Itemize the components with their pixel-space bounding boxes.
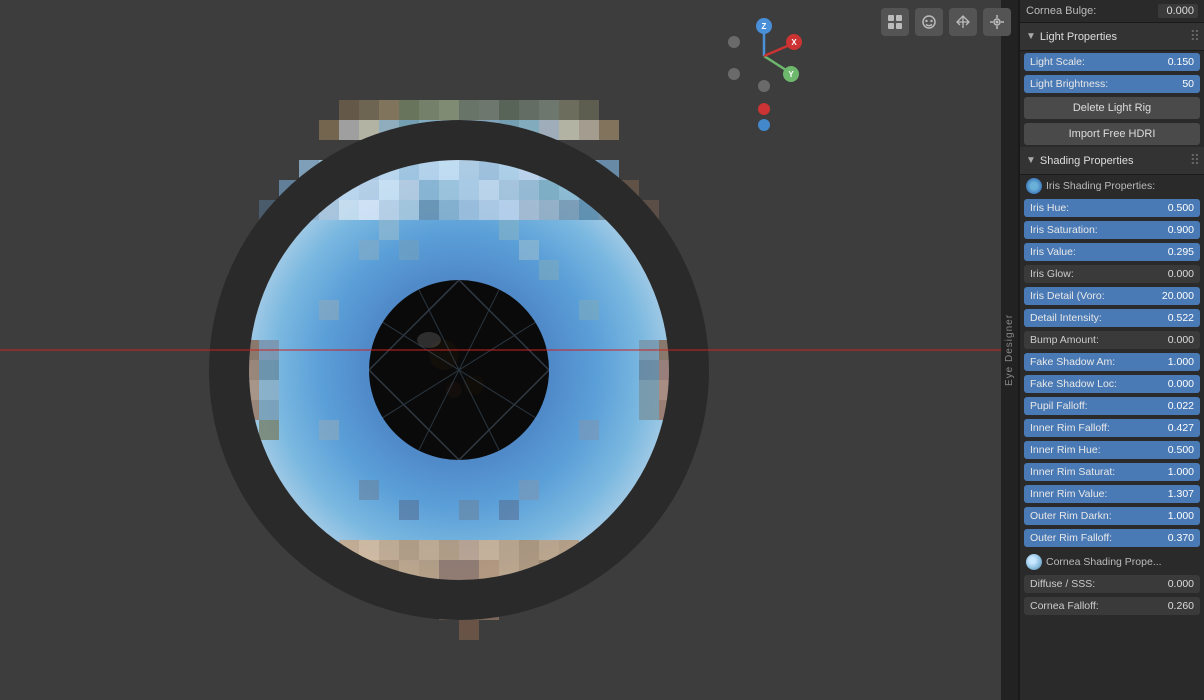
iris-hue-row: Iris Hue: 0.500 <box>1024 198 1200 218</box>
iris-shading-header-row: Iris Shading Properties: <box>1020 175 1204 197</box>
import-free-hdri-button[interactable]: Import Free HDRI <box>1024 123 1200 145</box>
viewport: Z Y X <box>0 0 1019 700</box>
outer-rim-darkn-button[interactable]: Outer Rim Darkn: 1.000 <box>1024 507 1200 525</box>
cornea-icon <box>1026 554 1042 570</box>
inner-rim-falloff-row: Inner Rim Falloff: 0.427 <box>1024 418 1200 438</box>
iris-saturation-button[interactable]: Iris Saturation: 0.900 <box>1024 221 1200 239</box>
shading-properties-title: Shading Properties <box>1040 155 1190 167</box>
inner-rim-falloff-button[interactable]: Inner Rim Falloff: 0.427 <box>1024 419 1200 437</box>
fake-shadow-am-button[interactable]: Fake Shadow Am: 1.000 <box>1024 353 1200 371</box>
shading-properties-dots: ⠿ <box>1190 152 1198 169</box>
iris-detail-voro-button[interactable]: Iris Detail (Voro: 20.000 <box>1024 287 1200 305</box>
delete-light-rig-button[interactable]: Delete Light Rig <box>1024 97 1200 119</box>
inner-rim-value-row: Inner Rim Value: 1.307 <box>1024 484 1200 504</box>
inner-rim-hue-button[interactable]: Inner Rim Hue: 0.500 <box>1024 441 1200 459</box>
iris-shading-label: Iris Shading Properties: <box>1046 180 1155 192</box>
fake-shadow-loc-button[interactable]: Fake Shadow Loc: 0.000 <box>1024 375 1200 393</box>
light-scale-label: Light Scale: <box>1030 56 1085 68</box>
detail-intensity-row: Detail Intensity: 0.522 <box>1024 308 1200 328</box>
light-brightness-row: Light Brightness: 50 <box>1024 74 1200 94</box>
outer-rim-darkn-row: Outer Rim Darkn: 1.000 <box>1024 506 1200 526</box>
shading-properties-arrow: ▼ <box>1026 155 1036 166</box>
fake-shadow-loc-row: Fake Shadow Loc: 0.000 <box>1024 374 1200 394</box>
iris-detail-voro-row: Iris Detail (Voro: 20.000 <box>1024 286 1200 306</box>
cornea-bulge-row: Cornea Bulge: 0.000 <box>1020 0 1204 23</box>
grid-view-button[interactable] <box>881 8 909 36</box>
light-properties-title: Light Properties <box>1040 31 1190 43</box>
iris-value-button[interactable]: Iris Value: 0.295 <box>1024 243 1200 261</box>
iris-icon <box>1026 178 1042 194</box>
bump-amount-button[interactable]: Bump Amount: 0.000 <box>1024 331 1200 349</box>
inner-rim-hue-row: Inner Rim Hue: 0.500 <box>1024 440 1200 460</box>
light-brightness-button[interactable]: Light Brightness: 50 <box>1024 75 1200 93</box>
snap-button[interactable] <box>983 8 1011 36</box>
bump-amount-row: Bump Amount: 0.000 <box>1024 330 1200 350</box>
light-brightness-value: 50 <box>1182 78 1194 90</box>
red-crosshair-line <box>0 350 1019 351</box>
viewport-toolbar <box>881 8 1011 36</box>
cornea-bulge-value[interactable]: 0.000 <box>1158 4 1198 18</box>
outer-rim-falloff-row: Outer Rim Falloff: 0.370 <box>1024 528 1200 548</box>
light-scale-row: Light Scale: 0.150 <box>1024 52 1200 72</box>
dot-red <box>758 103 770 115</box>
fake-shadow-am-row: Fake Shadow Am: 1.000 <box>1024 352 1200 372</box>
side-panel-label: Eye Designer <box>1001 0 1019 700</box>
diffuse-sss-row: Diffuse / SSS: 0.000 <box>1024 574 1200 594</box>
move-button[interactable] <box>949 8 977 36</box>
light-scale-button[interactable]: Light Scale: 0.150 <box>1024 53 1200 71</box>
navigation-gizmo[interactable]: Z Y X <box>724 16 804 96</box>
cornea-falloff-row: Cornea Falloff: 0.260 <box>1024 596 1200 616</box>
diffuse-sss-button[interactable]: Diffuse / SSS: 0.000 <box>1024 575 1200 593</box>
cornea-shading-label: Cornea Shading Prope... <box>1046 556 1162 568</box>
cornea-bulge-label: Cornea Bulge: <box>1026 5 1096 17</box>
pupil-falloff-button[interactable]: Pupil Falloff: 0.022 <box>1024 397 1200 415</box>
face-view-button[interactable] <box>915 8 943 36</box>
light-properties-dots: ⠿ <box>1190 28 1198 45</box>
inner-rim-value-button[interactable]: Inner Rim Value: 1.307 <box>1024 485 1200 503</box>
svg-text:Y: Y <box>788 70 794 79</box>
shading-properties-header[interactable]: ▼ Shading Properties ⠿ <box>1020 147 1204 175</box>
cornea-shading-header-row: Cornea Shading Prope... <box>1020 551 1204 573</box>
cornea-falloff-button[interactable]: Cornea Falloff: 0.260 <box>1024 597 1200 615</box>
light-scale-value: 0.150 <box>1168 56 1194 68</box>
dot-blue <box>758 119 770 131</box>
inner-rim-saturat-button[interactable]: Inner Rim Saturat: 1.000 <box>1024 463 1200 481</box>
pupil-falloff-row: Pupil Falloff: 0.022 <box>1024 396 1200 416</box>
light-brightness-label: Light Brightness: <box>1030 78 1108 90</box>
iris-value-row: Iris Value: 0.295 <box>1024 242 1200 262</box>
light-properties-header[interactable]: ▼ Light Properties ⠿ <box>1020 23 1204 51</box>
gizmo-area: Z Y X <box>724 16 804 131</box>
iris-hue-button[interactable]: Iris Hue: 0.500 <box>1024 199 1200 217</box>
right-panel: Cornea Bulge: 0.000 ▼ Light Properties ⠿… <box>1019 0 1204 700</box>
svg-text:Z: Z <box>762 22 767 31</box>
svg-text:X: X <box>791 38 797 47</box>
inner-rim-saturat-row: Inner Rim Saturat: 1.000 <box>1024 462 1200 482</box>
light-properties-arrow: ▼ <box>1026 31 1036 42</box>
iris-saturation-row: Iris Saturation: 0.900 <box>1024 220 1200 240</box>
outer-rim-falloff-button[interactable]: Outer Rim Falloff: 0.370 <box>1024 529 1200 547</box>
iris-glow-row: Iris Glow: 0.000 <box>1024 264 1200 284</box>
detail-intensity-button[interactable]: Detail Intensity: 0.522 <box>1024 309 1200 327</box>
iris-glow-button[interactable]: Iris Glow: 0.000 <box>1024 265 1200 283</box>
